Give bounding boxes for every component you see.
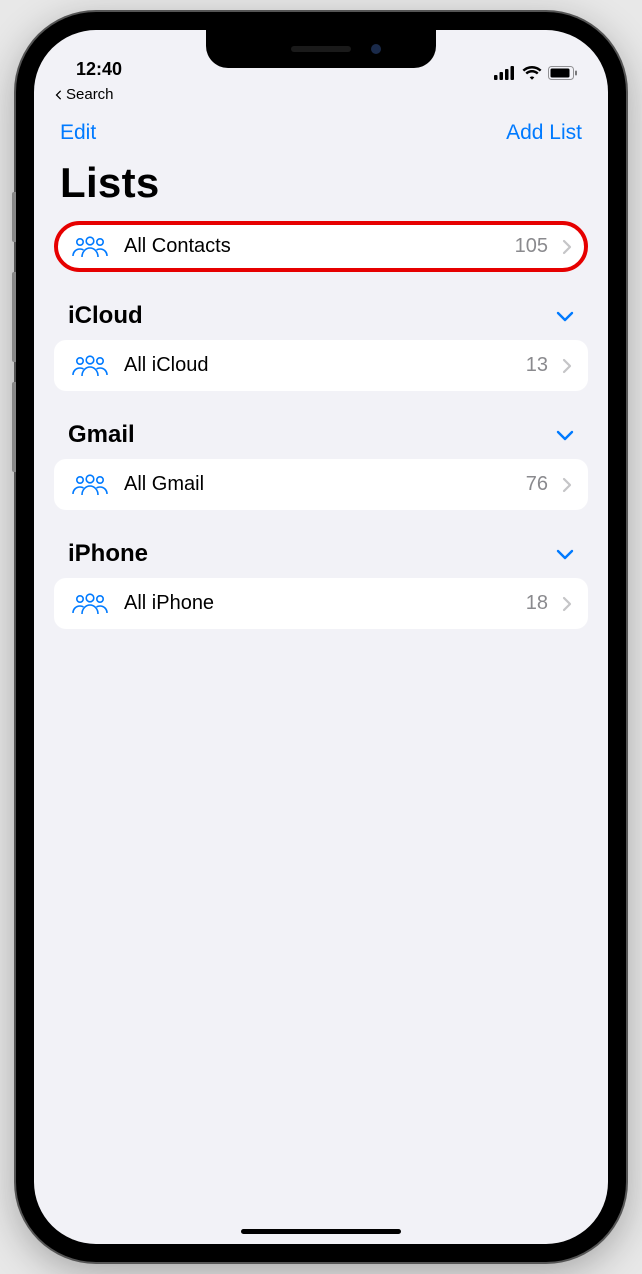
home-indicator[interactable] [241, 1229, 401, 1234]
chevron-down-icon [556, 430, 574, 441]
edit-button[interactable]: Edit [60, 121, 96, 145]
row-count: 76 [526, 473, 548, 496]
status-time: 12:40 [76, 59, 176, 80]
section-header-iphone[interactable]: iPhone [54, 510, 588, 578]
battery-icon [548, 66, 578, 80]
group-icon [70, 236, 110, 258]
add-list-button[interactable]: Add List [506, 121, 582, 145]
section-title: iPhone [68, 540, 148, 568]
chevron-right-icon [562, 596, 572, 612]
chevron-down-icon [556, 549, 574, 560]
back-arrow-icon [54, 90, 64, 100]
breadcrumb-label: Search [66, 86, 114, 103]
section-title: Gmail [68, 421, 135, 449]
row-label: All iPhone [124, 592, 512, 615]
chevron-right-icon [562, 477, 572, 493]
row-count: 13 [526, 354, 548, 377]
group-icon [70, 593, 110, 615]
chevron-right-icon [562, 239, 572, 255]
breadcrumb[interactable]: Search [34, 84, 608, 103]
all-gmail-row[interactable]: All Gmail 76 [54, 459, 588, 510]
section-title: iCloud [68, 302, 143, 330]
row-label: All Contacts [124, 235, 501, 258]
section-header-gmail[interactable]: Gmail [54, 391, 588, 459]
row-count: 18 [526, 592, 548, 615]
status-icons [494, 66, 578, 80]
screen: 12:40 Search Edit Add List Lists [34, 30, 608, 1244]
chevron-down-icon [556, 311, 574, 322]
signal-icon [494, 66, 516, 80]
wifi-icon [522, 66, 542, 80]
page-title: Lists [34, 153, 608, 221]
all-iphone-row[interactable]: All iPhone 18 [54, 578, 588, 629]
row-label: All Gmail [124, 473, 512, 496]
content: All Contacts 105 iCloud All iCloud 13 [34, 221, 608, 629]
group-icon [70, 355, 110, 377]
all-icloud-row[interactable]: All iCloud 13 [54, 340, 588, 391]
nav-bar: Edit Add List [34, 103, 608, 153]
section-header-icloud[interactable]: iCloud [54, 272, 588, 340]
group-icon [70, 474, 110, 496]
row-label: All iCloud [124, 354, 512, 377]
all-contacts-row[interactable]: All Contacts 105 [54, 221, 588, 272]
chevron-right-icon [562, 358, 572, 374]
row-count: 105 [515, 235, 548, 258]
notch [206, 30, 436, 68]
phone-frame: 12:40 Search Edit Add List Lists [16, 12, 626, 1262]
